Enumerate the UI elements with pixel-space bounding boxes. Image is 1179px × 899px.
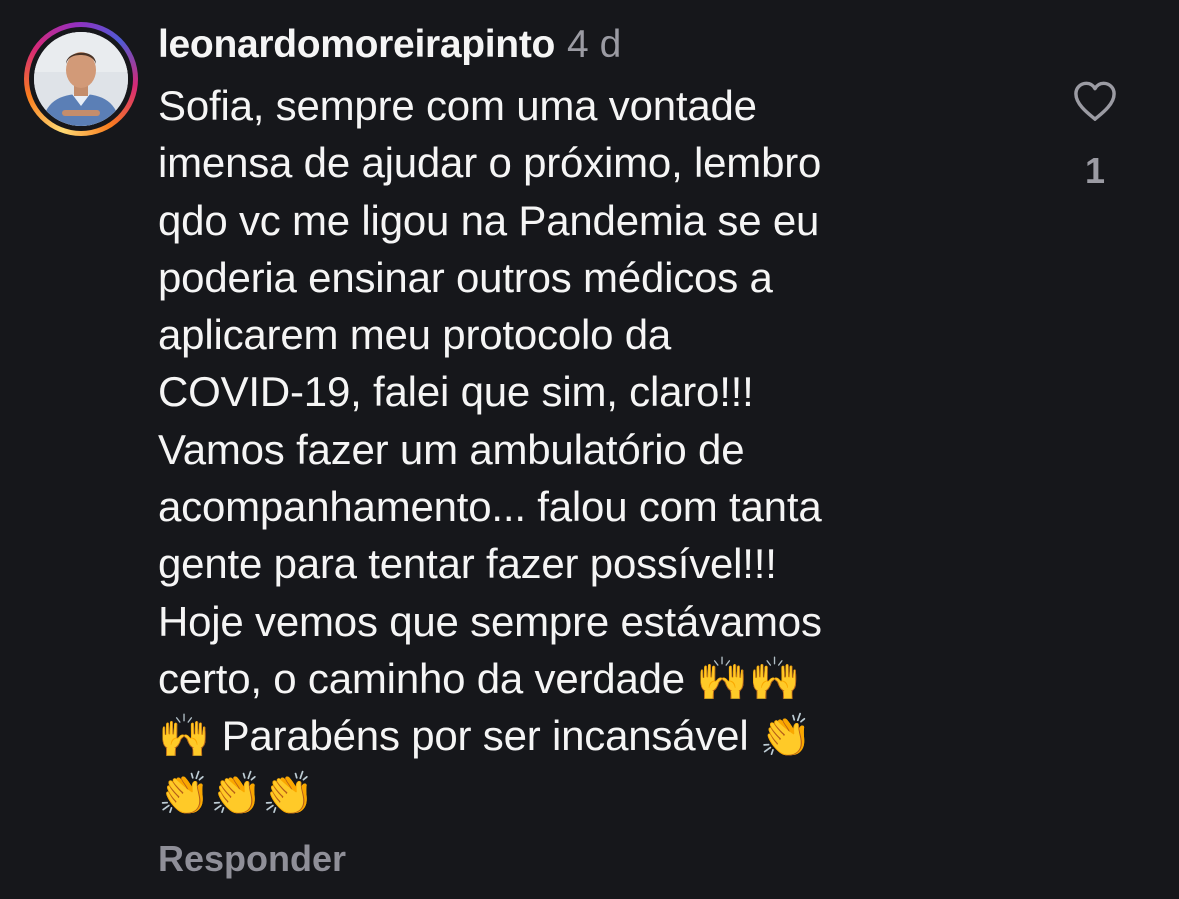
username[interactable]: leonardomoreirapinto	[158, 23, 555, 66]
comment-body: leonardomoreirapinto 4 d Sofia, sempre co…	[158, 20, 1018, 822]
reply-button[interactable]: Responder	[158, 838, 346, 880]
story-ring[interactable]	[24, 22, 138, 136]
comment-header: leonardomoreirapinto 4 d	[158, 20, 1018, 70]
comment-timestamp: 4 d	[567, 23, 622, 66]
comment-text: Sofia, sempre com uma vontade imensa de …	[158, 82, 822, 817]
avatar[interactable]	[34, 32, 128, 126]
heart-outline-icon[interactable]	[1072, 80, 1118, 122]
avatar-image	[34, 32, 128, 126]
like-count: 1	[1084, 150, 1106, 191]
